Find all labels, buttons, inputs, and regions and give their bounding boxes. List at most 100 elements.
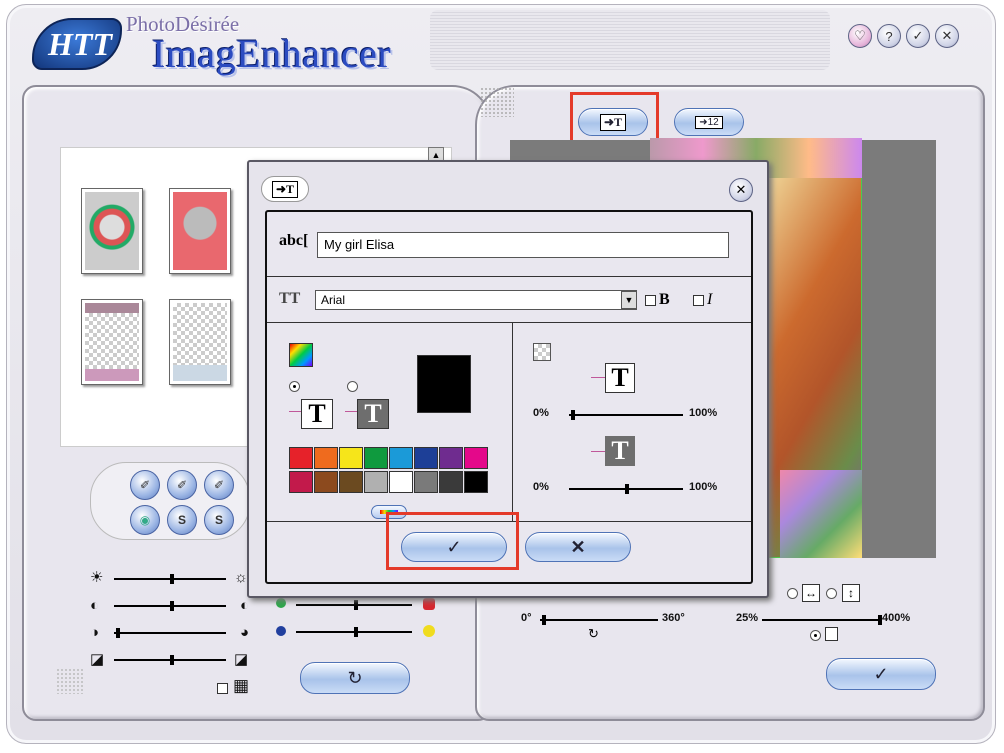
stamp-icon: S bbox=[177, 513, 186, 527]
slider-knob[interactable] bbox=[170, 655, 174, 665]
sharpness-slider[interactable] bbox=[114, 655, 226, 665]
slider-knob[interactable] bbox=[354, 627, 358, 637]
color-swatch[interactable] bbox=[289, 471, 313, 493]
contrast-slider[interactable] bbox=[114, 601, 226, 611]
text-opacity-sample: T bbox=[605, 363, 635, 393]
add-number-tool-button[interactable]: ➜12 bbox=[674, 108, 744, 136]
font-icon: TT bbox=[279, 290, 301, 307]
color-swatch[interactable] bbox=[464, 447, 488, 469]
product-name: ImagEnhancer bbox=[152, 31, 392, 76]
template-thumb-eggs[interactable] bbox=[169, 299, 231, 385]
pen-tool-3-button[interactable]: ✐ bbox=[204, 470, 234, 500]
sharpness-max-icon: ◪ bbox=[234, 651, 249, 668]
slider-knob[interactable] bbox=[571, 410, 575, 420]
color-swatch[interactable] bbox=[414, 471, 438, 493]
minimize-check-button[interactable]: ✓ bbox=[906, 24, 930, 48]
check-icon: ✓ bbox=[873, 663, 889, 684]
slider-knob[interactable] bbox=[170, 601, 174, 611]
italic-label: I bbox=[707, 291, 713, 308]
pen-tool-1-button[interactable]: ✐ bbox=[130, 470, 160, 500]
fit-width-radio[interactable] bbox=[787, 588, 798, 599]
text-opacity-slider[interactable] bbox=[569, 410, 683, 420]
bg-opacity-slider[interactable] bbox=[569, 484, 683, 494]
blue-channel-dot bbox=[276, 626, 286, 636]
color-tool-button[interactable]: ◉ bbox=[130, 505, 160, 535]
color-swatch[interactable] bbox=[464, 471, 488, 493]
color-picker-icon[interactable] bbox=[289, 343, 313, 367]
text-input[interactable]: My girl Elisa bbox=[317, 232, 729, 258]
opacity2-min: 0% bbox=[533, 481, 549, 493]
stamp-icon: S bbox=[214, 513, 223, 527]
brightness-slider[interactable] bbox=[114, 574, 226, 584]
close-icon: ✕ bbox=[735, 182, 747, 197]
grid-checkbox[interactable] bbox=[217, 683, 228, 694]
bg-color-sample: T bbox=[357, 399, 389, 429]
template-thumb-flowers-top[interactable] bbox=[81, 299, 143, 385]
blue-channel-slider[interactable] bbox=[296, 627, 412, 637]
selected-color-preview bbox=[417, 355, 471, 413]
green-channel-dot bbox=[276, 598, 286, 608]
slider-knob[interactable] bbox=[354, 600, 358, 610]
color-swatch[interactable] bbox=[314, 447, 338, 469]
dialog-cancel-button[interactable]: ✕ bbox=[525, 532, 631, 562]
color-swatch[interactable] bbox=[339, 447, 363, 469]
text-tool-icon: ➜T bbox=[271, 180, 299, 198]
color-swatch[interactable] bbox=[364, 447, 388, 469]
text-row: abc[ My girl Elisa bbox=[267, 212, 751, 277]
font-select[interactable]: Arial bbox=[315, 290, 637, 310]
dot-grip bbox=[480, 87, 514, 117]
slider-knob[interactable] bbox=[116, 628, 120, 638]
template-thumb-roses[interactable] bbox=[81, 188, 143, 274]
text-color-sample: T bbox=[301, 399, 333, 429]
fit-page-radio[interactable] bbox=[810, 630, 821, 641]
color-section: T T bbox=[267, 323, 513, 521]
green-channel-slider[interactable] bbox=[296, 600, 412, 610]
apply-button[interactable]: ✓ bbox=[826, 658, 936, 690]
pen-icon: ✐ bbox=[213, 478, 225, 492]
rotate-icon: ↻ bbox=[588, 626, 599, 641]
chevron-down-icon[interactable]: ▼ bbox=[621, 291, 637, 309]
dialog-close-button[interactable]: ✕ bbox=[729, 178, 753, 202]
red-channel-dot bbox=[423, 598, 435, 610]
slider-knob[interactable] bbox=[542, 615, 546, 625]
dot-grip bbox=[56, 668, 84, 694]
opacity1-max: 100% bbox=[689, 407, 718, 419]
saturation-max-icon: ◕ bbox=[240, 624, 250, 641]
help-heart-button[interactable]: ♡ bbox=[848, 24, 872, 48]
dialog-text-icon: ➜T bbox=[261, 176, 309, 202]
fit-height-radio[interactable] bbox=[826, 588, 837, 599]
italic-checkbox[interactable] bbox=[693, 295, 704, 306]
bold-checkbox[interactable] bbox=[645, 295, 656, 306]
reset-button[interactable]: ↻ bbox=[300, 662, 410, 694]
contrast-icon: ◐ bbox=[90, 597, 100, 614]
color-swatch[interactable] bbox=[364, 471, 388, 493]
pen-icon: ✐ bbox=[176, 478, 188, 492]
color-swatch[interactable] bbox=[439, 447, 463, 469]
thumb-image bbox=[173, 303, 227, 381]
color-dot-icon: ◉ bbox=[139, 513, 151, 527]
window-close-button[interactable]: ✕ bbox=[935, 24, 959, 48]
text-color-radio[interactable] bbox=[289, 381, 300, 392]
pen-tool-2-button[interactable]: ✐ bbox=[167, 470, 197, 500]
color-swatch[interactable] bbox=[439, 471, 463, 493]
opacity1-min: 0% bbox=[533, 407, 549, 419]
contrast-max-icon: ◐ bbox=[240, 597, 250, 614]
saturation-slider[interactable] bbox=[114, 628, 226, 638]
color-swatch[interactable] bbox=[414, 447, 438, 469]
color-swatch[interactable] bbox=[289, 447, 313, 469]
info-button[interactable]: ? bbox=[877, 24, 901, 48]
rotate-slider[interactable] bbox=[540, 615, 658, 625]
slider-knob[interactable] bbox=[170, 574, 174, 584]
color-swatch[interactable] bbox=[389, 447, 413, 469]
template-thumb-hearts[interactable] bbox=[169, 188, 231, 274]
slider-knob[interactable] bbox=[625, 484, 629, 494]
bg-color-radio[interactable] bbox=[347, 381, 358, 392]
bg-opacity-sample: T bbox=[605, 436, 635, 466]
stamp-tool-1-button[interactable]: S bbox=[167, 505, 197, 535]
brightness-max-icon: ☼ bbox=[234, 569, 248, 586]
color-swatch[interactable] bbox=[314, 471, 338, 493]
stamp-tool-2-button[interactable]: S bbox=[204, 505, 234, 535]
zoom-slider[interactable] bbox=[762, 615, 882, 625]
color-swatch[interactable] bbox=[339, 471, 363, 493]
color-swatch[interactable] bbox=[389, 471, 413, 493]
